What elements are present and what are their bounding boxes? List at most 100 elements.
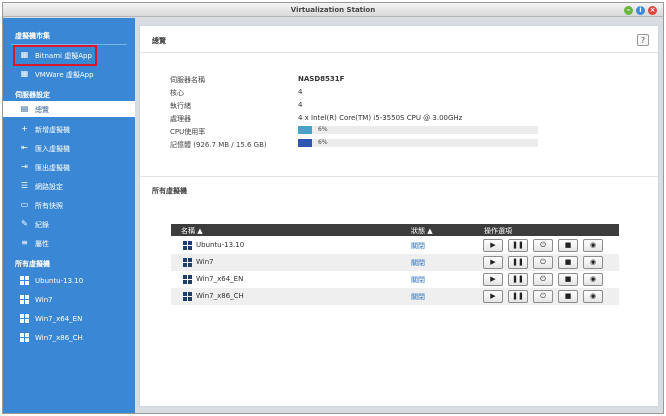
sidebar-item-logs[interactable]: ✎ 紀錄 [3,216,135,232]
stop-button[interactable]: ■ [558,273,578,286]
processor-label: 處理器 [170,115,191,123]
memory-usage-label: 記憶體 (926.7 MB / 15.6 GB) [170,141,267,149]
vm-name[interactable]: Win7_x64_EN [196,275,243,283]
cpu-usage-bar: 6% [298,126,538,134]
power-button[interactable]: ⏻ [533,256,553,269]
divider [140,52,658,53]
play-button[interactable]: ▶ [483,273,503,286]
pause-icon: ❚❚ [512,275,524,283]
pause-icon: ❚❚ [512,258,524,266]
memory-usage-fill [298,139,313,147]
pause-button[interactable]: ❚❚ [508,239,528,252]
table-row[interactable]: Win7_x64_EN 關閉 ▶ ❚❚ ⏻ ■ ◉ [171,271,619,288]
log-icon: ✎ [21,219,28,228]
sidebar-item-label: Win7 [35,296,53,304]
export-icon: ⇥ [21,162,28,171]
play-button[interactable]: ▶ [483,239,503,252]
sidebar-item-vm[interactable]: Win7_x86_CH [3,330,135,346]
pause-button[interactable]: ❚❚ [508,273,528,286]
power-button[interactable]: ⏻ [533,239,553,252]
view-button[interactable]: ◉ [583,256,603,269]
sidebar-item-label: 匯出虛擬機 [35,164,70,172]
view-button[interactable]: ◉ [583,273,603,286]
vm-name[interactable]: Win7_x86_CH [196,292,244,300]
view-icon: ◉ [589,258,597,266]
close-icon[interactable]: × [648,6,657,15]
vm-state: 關閉 [411,259,425,267]
pause-button[interactable]: ❚❚ [508,256,528,269]
sidebar-item-label: 紀錄 [35,221,49,229]
play-icon: ▶ [490,292,496,300]
memory-usage-percent: 6% [318,139,328,146]
play-icon: ▶ [490,258,496,266]
sidebar-item-overview[interactable]: ▤ 總覽 [3,101,135,117]
play-button[interactable]: ▶ [483,256,503,269]
stop-icon: ■ [564,275,572,283]
power-button[interactable]: ⏻ [533,290,553,303]
pause-icon: ❚❚ [512,292,524,300]
power-icon: ⏻ [540,241,546,249]
vm-name[interactable]: Ubuntu-13.10 [196,241,244,249]
play-button[interactable]: ▶ [483,290,503,303]
all-vms-title: 所有虛擬機 [152,187,187,195]
highlight-box [13,45,97,66]
cores-label: 核心 [170,89,184,97]
windows-icon [20,276,29,285]
cpu-usage-fill [298,126,313,134]
sidebar-item-vm[interactable]: Win7_x64_EN [3,311,135,327]
power-button[interactable]: ⏻ [533,273,553,286]
stop-button[interactable]: ■ [558,239,578,252]
sidebar-item-vm[interactable]: Win7 [3,292,135,308]
sidebar-section-server-settings: 伺服器設定 [15,91,50,99]
divider [140,176,658,177]
sidebar-item-label: 網路設定 [35,183,63,191]
window-title: Virtualization Station [290,6,376,14]
host-name-value: NASD8531F [298,75,345,83]
cores-value: 4 [298,88,303,96]
cpu-usage-label: CPU使用率 [170,128,206,136]
app-window: Virtualization Station – i × 虛擬機市集 ▦ Bit… [2,2,664,414]
sidebar-item-vmware[interactable]: ▦ VMWare 虛擬App [3,66,135,82]
sidebar-item-export-vm[interactable]: ⇥ 匯出虛擬機 [3,159,135,175]
view-button[interactable]: ◉ [583,239,603,252]
title-bar: Virtualization Station – i × [3,3,663,17]
sidebar-item-label: 所有快照 [35,202,63,210]
vm-name[interactable]: Win7 [196,258,214,266]
plus-icon: + [21,124,28,133]
sidebar-item-add-vm[interactable]: + 新增虛擬機 [3,121,135,137]
column-header-state[interactable]: 狀態 ▲ [411,226,433,236]
table-row[interactable]: Win7 關閉 ▶ ❚❚ ⏻ ■ ◉ [171,254,619,271]
column-header-actions: 操作選項 [484,227,512,235]
sidebar-item-network[interactable]: ☰ 網路設定 [3,178,135,194]
pause-icon: ❚❚ [512,241,524,249]
vm-state: 關閉 [411,276,425,284]
windows-icon [183,258,192,269]
view-icon: ◉ [589,292,597,300]
sidebar-item-import-vm[interactable]: ⇤ 匯入虛擬機 [3,140,135,156]
properties-icon: ≡ [21,238,28,247]
column-header-name[interactable]: 名稱 ▲ [181,226,203,236]
view-button[interactable]: ◉ [583,290,603,303]
host-name-label: 伺服器名稱 [170,76,205,84]
table-row[interactable]: Win7_x86_CH 關閉 ▶ ❚❚ ⏻ ■ ◉ [171,288,619,305]
stop-button[interactable]: ■ [558,256,578,269]
stop-button[interactable]: ■ [558,290,578,303]
sidebar-item-properties[interactable]: ≡ 屬性 [3,235,135,251]
sidebar-item-snapshots[interactable]: ▭ 所有快照 [3,197,135,213]
info-icon[interactable]: i [636,6,645,15]
main-panel: 總覽 ? 伺服器名稱 NASD8531F 核心 4 執行緒 4 處理器 4 x … [139,25,659,407]
minimize-icon[interactable]: – [624,6,633,15]
power-icon: ⏻ [540,258,546,266]
help-button[interactable]: ? [637,34,649,46]
power-icon: ⏻ [540,292,546,300]
overview-icon: ▤ [20,104,29,113]
table-row[interactable]: Ubuntu-13.10 關閉 ▶ ❚❚ ⏻ ■ ◉ [171,237,619,254]
pause-button[interactable]: ❚❚ [508,290,528,303]
sidebar-item-label: Ubuntu-13.10 [35,277,84,285]
sidebar-item-label: 新增虛擬機 [35,126,70,134]
sidebar-item-vm[interactable]: Ubuntu-13.10 [3,273,135,289]
windows-icon [20,295,29,304]
sidebar-item-label: 屬性 [35,240,49,248]
import-icon: ⇤ [21,143,28,152]
page-title: 總覽 [152,37,166,45]
